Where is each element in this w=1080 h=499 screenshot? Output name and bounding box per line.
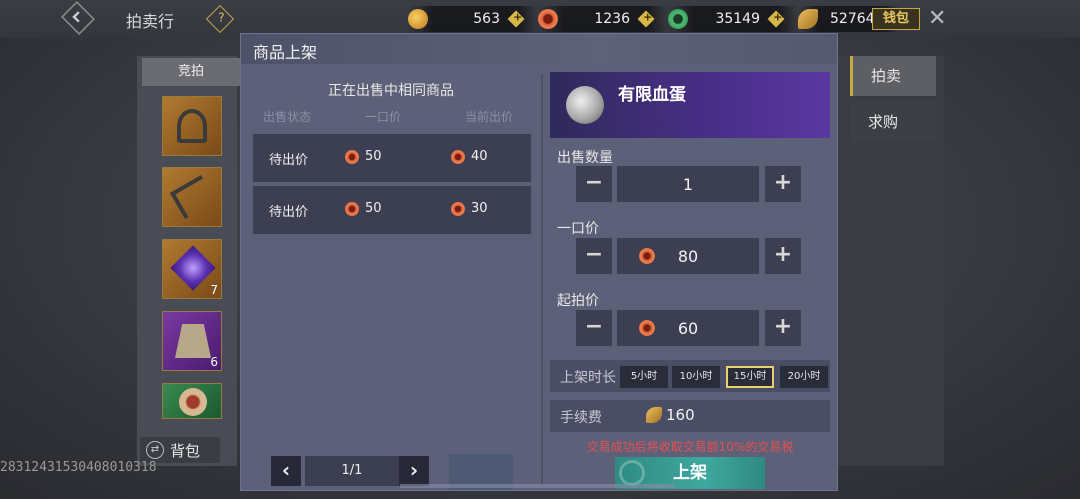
jade-coin-icon bbox=[668, 9, 688, 29]
buyout-minus-button[interactable]: − bbox=[576, 238, 612, 274]
currency-value: 1236 bbox=[594, 11, 630, 27]
start-price-plus-button[interactable]: + bbox=[765, 310, 801, 346]
item-name: 有限血蛋 bbox=[618, 85, 686, 105]
item-banner: 有限血蛋 bbox=[550, 72, 830, 138]
next-page-button[interactable]: › bbox=[399, 456, 429, 486]
close-icon[interactable]: ✕ bbox=[928, 6, 946, 31]
column-header-current: 当前出价 bbox=[465, 110, 514, 124]
quantity-label: 出售数量 bbox=[557, 150, 613, 166]
tab-buy-request[interactable]: 求购 bbox=[850, 102, 936, 142]
red-coin-icon bbox=[538, 9, 558, 29]
red-coin-icon bbox=[345, 201, 359, 216]
sale-status: 待出价 bbox=[269, 205, 309, 220]
buyout-price-field[interactable]: 80 bbox=[617, 238, 759, 274]
bag-label: 背包 bbox=[170, 441, 201, 460]
scroll-indicator[interactable] bbox=[400, 484, 675, 488]
buyout-plus-button[interactable]: + bbox=[765, 238, 801, 274]
red-coin-icon bbox=[639, 248, 655, 264]
tax-note: 交易成功后将收取交易额10%的交易税 bbox=[586, 440, 794, 454]
duration-option-5h[interactable]: 5小时 bbox=[620, 366, 668, 388]
start-price-minus-button[interactable]: − bbox=[576, 310, 612, 346]
column-divider bbox=[541, 74, 543, 484]
currency-bar: 563 1236 35149 5276403 bbox=[408, 6, 901, 32]
same-items-title: 正在出售中相同商品 bbox=[328, 83, 454, 99]
swirl-icon bbox=[619, 460, 645, 486]
page-title: 拍卖行 bbox=[126, 12, 175, 31]
quantity-field[interactable]: 1 bbox=[617, 166, 759, 202]
red-coin-icon bbox=[639, 320, 655, 336]
currency-value: 35149 bbox=[715, 11, 760, 27]
current-bid: 40 bbox=[451, 149, 488, 164]
tab-auction-sell[interactable]: 拍卖 bbox=[850, 56, 936, 96]
leaf-coin-icon bbox=[646, 407, 662, 423]
quantity-plus-button[interactable]: + bbox=[765, 166, 801, 202]
prev-page-button[interactable]: ‹ bbox=[271, 456, 301, 486]
table-row[interactable]: 待出价 50 40 bbox=[253, 134, 531, 182]
wallet-button[interactable]: 钱包 bbox=[872, 8, 920, 30]
current-bid: 30 bbox=[451, 201, 488, 216]
column-header-buyout: 一口价 bbox=[365, 110, 402, 124]
red-coin-icon bbox=[451, 149, 465, 164]
add-red-coin-button[interactable] bbox=[637, 10, 655, 28]
sale-status: 待出价 bbox=[269, 153, 309, 168]
page-indicator: 1/1 bbox=[305, 456, 399, 486]
leaf-coin-icon bbox=[798, 9, 818, 29]
dialog-title: 商品上架 bbox=[253, 43, 318, 62]
red-coin-icon bbox=[345, 149, 359, 164]
currency-jade: 35149 bbox=[668, 6, 798, 32]
duration-option-10h[interactable]: 10小时 bbox=[672, 366, 720, 388]
buyout-price: 50 bbox=[345, 201, 382, 216]
add-gold-button[interactable] bbox=[507, 10, 525, 28]
inventory-slot[interactable] bbox=[162, 96, 222, 156]
inventory-slot[interactable]: 6 bbox=[162, 311, 222, 371]
gold-coin-icon bbox=[408, 9, 428, 29]
currency-red: 1236 bbox=[538, 6, 668, 32]
duration-label: 上架时长 bbox=[560, 370, 616, 386]
inventory-slot[interactable] bbox=[162, 167, 222, 227]
duration-row: 上架时长 5小时 10小时 15小时 20小时 bbox=[550, 360, 830, 392]
item-quantity: 6 bbox=[210, 355, 218, 369]
fee-label: 手续费 bbox=[560, 410, 602, 426]
quantity-minus-button[interactable]: − bbox=[576, 166, 612, 202]
list-item-dialog: 商品上架 正在出售中相同商品 出售状态 一口价 当前出价 待出价 50 40 待… bbox=[240, 33, 838, 491]
red-coin-icon bbox=[451, 201, 465, 216]
duration-option-20h[interactable]: 20小时 bbox=[780, 366, 828, 388]
item-quantity: 7 bbox=[210, 283, 218, 297]
swap-icon: ⇄ bbox=[146, 441, 164, 459]
currency-value: 563 bbox=[473, 11, 500, 27]
add-jade-button[interactable] bbox=[767, 10, 785, 28]
dialog-header: 商品上架 bbox=[241, 34, 837, 64]
fee-row: 手续费 160 bbox=[550, 400, 830, 432]
fee-value: 160 bbox=[646, 406, 695, 424]
duration-option-15h[interactable]: 15小时 bbox=[726, 366, 774, 388]
inventory-slot[interactable]: 7 bbox=[162, 239, 222, 299]
tab-auction[interactable]: 竞拍 bbox=[142, 58, 240, 86]
serial-number: 28312431530408010318 bbox=[0, 460, 157, 475]
inventory-slot[interactable] bbox=[162, 383, 222, 419]
purple-cube-item-icon bbox=[170, 245, 216, 291]
buyout-label: 一口价 bbox=[557, 221, 599, 237]
buyout-price: 50 bbox=[345, 149, 382, 164]
key-item-icon bbox=[177, 109, 207, 143]
start-price-label: 起拍价 bbox=[557, 293, 599, 309]
egg-item-icon bbox=[566, 86, 604, 124]
crossbow-item-icon bbox=[169, 175, 217, 219]
chevron-left-icon bbox=[72, 11, 84, 23]
start-price-field[interactable]: 60 bbox=[617, 310, 759, 346]
cloth-item-icon bbox=[175, 324, 211, 358]
right-tabs: 拍卖 求购 bbox=[850, 56, 940, 156]
currency-gold: 563 bbox=[408, 6, 538, 32]
table-row[interactable]: 待出价 50 30 bbox=[253, 186, 531, 234]
scroll-item-icon bbox=[179, 388, 207, 416]
column-header-status: 出售状态 bbox=[263, 110, 312, 124]
